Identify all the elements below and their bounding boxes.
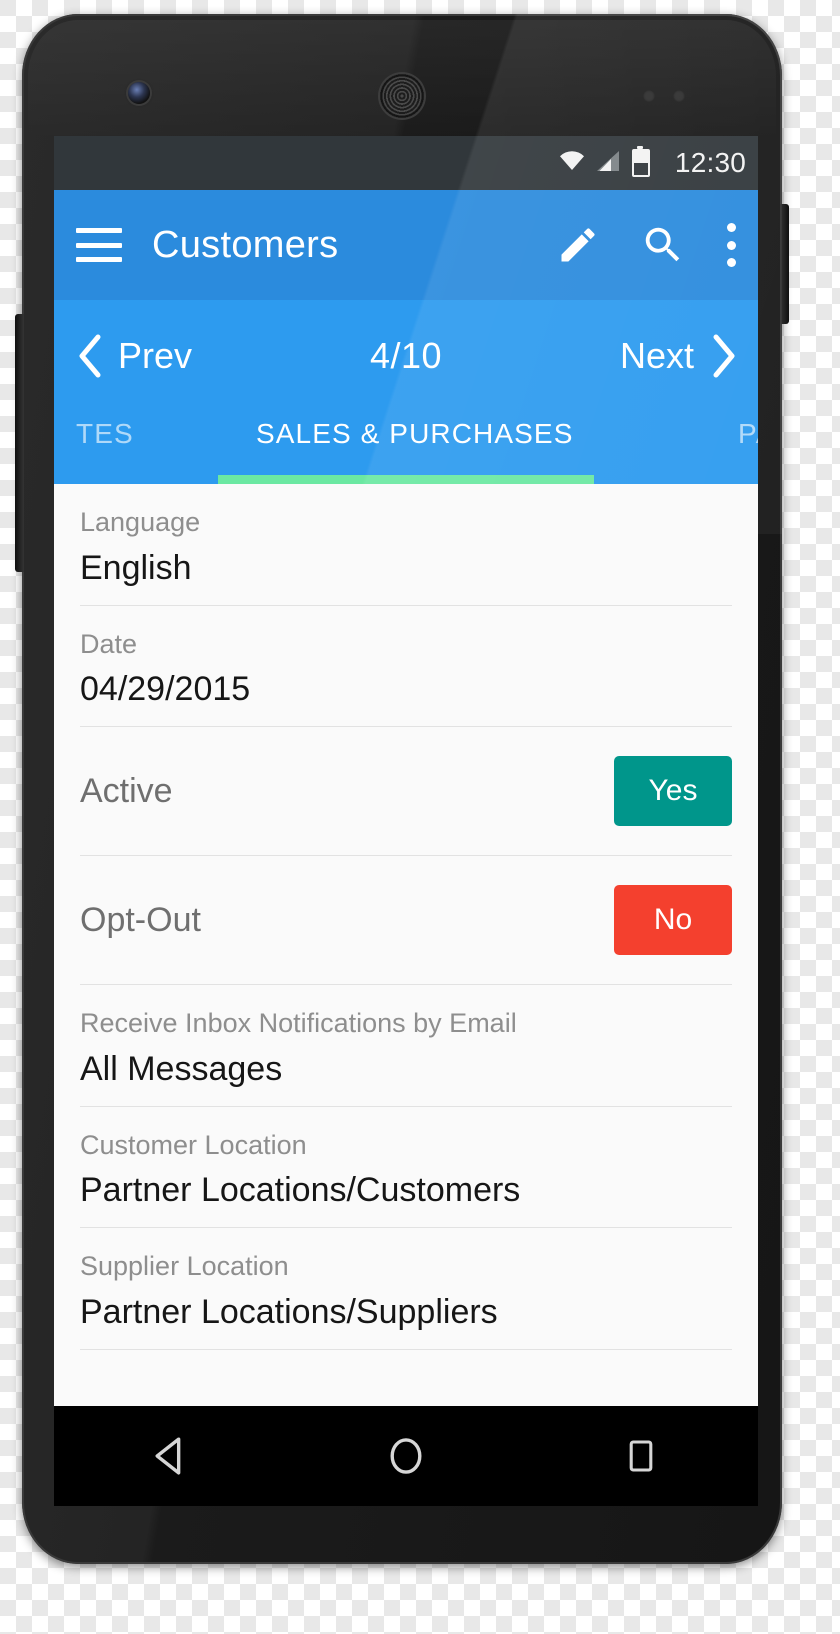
earpiece-speaker-icon xyxy=(380,74,424,118)
field-active[interactable]: Active Yes xyxy=(80,727,732,857)
proximity-sensor-icon xyxy=(643,90,655,102)
prev-label: Prev xyxy=(118,335,193,376)
prev-record-button[interactable]: Prev xyxy=(76,334,192,378)
field-label: Language xyxy=(80,507,201,537)
tab-bar: TES SALES & PURCHASES PAY xyxy=(54,412,758,484)
field-label: Date xyxy=(80,628,138,659)
field-label: Customer Location xyxy=(80,1129,307,1160)
field-opt-out[interactable]: Opt-Out No xyxy=(80,856,732,986)
overflow-menu-icon[interactable] xyxy=(726,223,736,267)
field-value: English xyxy=(80,548,192,587)
record-pager-bar: Prev 4/10 Next xyxy=(54,300,758,412)
field-label: Active xyxy=(80,771,173,810)
ambient-light-sensor-icon xyxy=(673,90,685,102)
next-label: Next xyxy=(619,335,694,376)
field-receive-inbox-notifications[interactable]: Receive Inbox Notifications by Email All… xyxy=(80,985,732,1107)
front-camera-icon xyxy=(128,82,150,104)
field-language[interactable]: Language English xyxy=(80,484,732,606)
active-toggle-chip[interactable]: Yes xyxy=(614,756,732,827)
tab-notes[interactable]: TES xyxy=(76,418,134,450)
home-circle-icon[interactable] xyxy=(346,1426,466,1486)
field-value: 04/29/2015 xyxy=(80,670,251,709)
recents-square-icon[interactable] xyxy=(581,1426,701,1486)
field-value: Partner Locations/Suppliers xyxy=(80,1292,498,1331)
form-content[interactable]: Language English Date 04/29/2015 Active … xyxy=(54,484,758,1406)
field-customer-location[interactable]: Customer Location Partner Locations/Cust… xyxy=(80,1107,732,1229)
app-bar: Customers xyxy=(54,190,758,300)
field-label: Opt-Out xyxy=(80,900,201,939)
opt-out-toggle-chip[interactable]: No xyxy=(614,885,732,956)
cellular-signal-icon xyxy=(596,150,619,176)
status-bar: 12:30 xyxy=(54,136,758,190)
record-counter: 4/10 xyxy=(369,335,443,376)
field-supplier-location[interactable]: Supplier Location Partner Locations/Supp… xyxy=(80,1228,732,1350)
chevron-left-icon xyxy=(79,334,101,378)
field-label: Supplier Location xyxy=(80,1251,289,1282)
phone-device: 12:30 Customers Prev 4/10 Next TES SALES… xyxy=(15,14,789,1564)
phone-screen: 12:30 Customers Prev 4/10 Next TES SALES… xyxy=(54,136,758,1406)
wifi-icon xyxy=(559,151,584,175)
search-icon[interactable] xyxy=(640,222,686,268)
next-record-button[interactable]: Next xyxy=(620,334,736,378)
field-date[interactable]: Date 04/29/2015 xyxy=(80,606,732,728)
volume-button[interactable] xyxy=(15,314,24,572)
field-value: Partner Locations/Customers xyxy=(80,1171,521,1210)
field-label: Receive Inbox Notifications by Email xyxy=(80,1008,517,1039)
hamburger-menu-icon[interactable] xyxy=(76,228,122,262)
tab-sales-and-purchases[interactable]: SALES & PURCHASES xyxy=(256,418,573,450)
pencil-edit-icon[interactable] xyxy=(556,223,600,267)
field-value: All Messages xyxy=(80,1049,283,1088)
back-triangle-icon[interactable] xyxy=(111,1426,231,1486)
page-title: Customers xyxy=(152,223,339,266)
android-navigation-bar xyxy=(54,1406,758,1506)
chevron-right-icon xyxy=(713,334,735,378)
power-button[interactable] xyxy=(780,204,789,324)
battery-icon xyxy=(631,146,650,177)
status-clock: 12:30 xyxy=(674,147,746,178)
tab-active-indicator xyxy=(218,475,594,484)
tab-payment[interactable]: PAY xyxy=(738,418,758,450)
